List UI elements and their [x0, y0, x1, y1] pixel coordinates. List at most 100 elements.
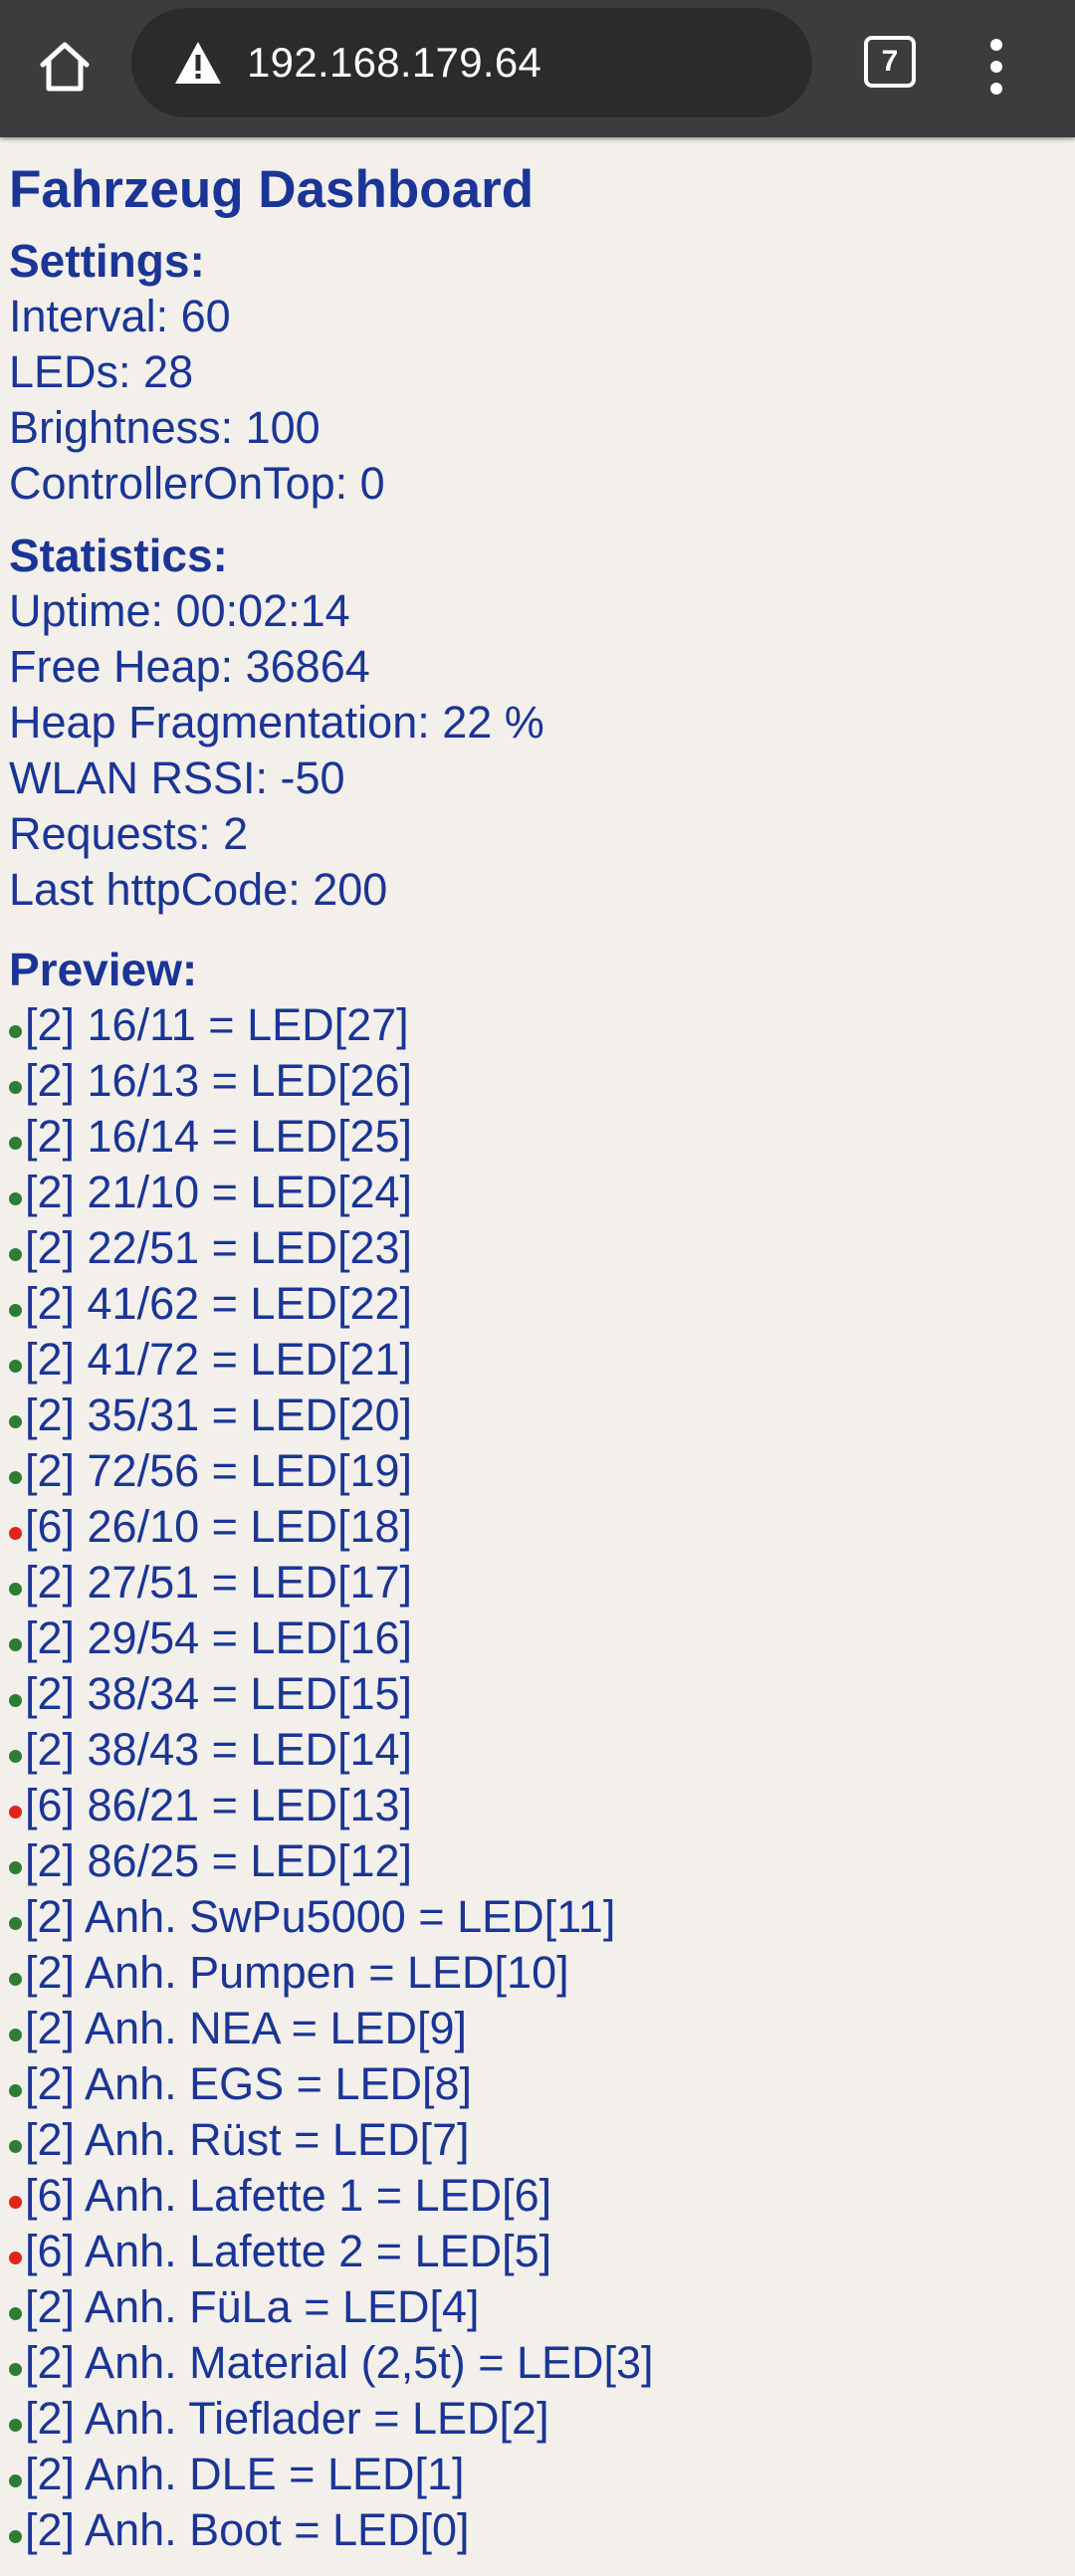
status-dot-icon: [9, 2140, 22, 2153]
status-dot-icon: [9, 2252, 22, 2264]
status-dot-icon: [9, 1360, 22, 1373]
preview-item-label: [2] Anh. Material (2,5t) = LED[3]: [25, 2337, 654, 2388]
status-dot-icon: [9, 1973, 22, 1986]
status-dot-icon: [9, 1750, 22, 1763]
setting-interval: Interval: 60: [9, 291, 231, 341]
status-dot-icon: [9, 2474, 22, 2487]
preview-item-label: [2] 29/54 = LED[16]: [25, 1612, 413, 1663]
warning-icon[interactable]: [171, 36, 225, 90]
preview-list: [2] 16/11 = LED[27] [2] 16/13 = LED[26] [2…: [9, 997, 1064, 2558]
status-dot-icon: [9, 1415, 22, 1428]
stat-last-httpcode: Last httpCode: 200: [9, 864, 388, 915]
preview-item: [2] 72/56 = LED[19]: [9, 1443, 1064, 1499]
preview-item-label: [6] Anh. Lafette 1 = LED[6]: [25, 2170, 552, 2221]
preview-item: [2] 27/51 = LED[17]: [9, 1555, 1064, 1610]
stat-heap-fragmentation: Heap Fragmentation: 22 %: [9, 697, 544, 748]
preview-item-label: [2] Anh. Tieflader = LED[2]: [25, 2393, 549, 2444]
url-text[interactable]: 192.168.179.64: [247, 8, 541, 117]
preview-item: [2] Anh. Tieflader = LED[2]: [9, 2391, 1064, 2447]
preview-item-label: [6] 26/10 = LED[18]: [25, 1501, 413, 1552]
status-dot-icon: [9, 1861, 22, 1874]
preview-item: [2] 86/25 = LED[12]: [9, 1833, 1064, 1889]
preview-item-label: [2] 38/34 = LED[15]: [25, 1668, 413, 1719]
preview-item-label: [2] Anh. Pumpen = LED[10]: [25, 1947, 569, 1998]
preview-item: [6] 86/21 = LED[13]: [9, 1778, 1064, 1833]
page-content: Fahrzeug Dashboard Settings: Interval: 6…: [9, 137, 1064, 2558]
preview-item: [2] Anh. Rüst = LED[7]: [9, 2112, 1064, 2168]
status-dot-icon: [9, 1304, 22, 1317]
preview-item-label: [2] 16/11 = LED[27]: [25, 999, 409, 1050]
preview-item: [2] Anh. NEA = LED[9]: [9, 2001, 1064, 2056]
overflow-menu-button[interactable]: [971, 30, 1021, 104]
status-dot-icon: [9, 2530, 22, 2543]
preview-item-label: [2] Anh. FüLa = LED[4]: [25, 2281, 480, 2332]
home-icon: [40, 42, 90, 92]
status-dot-icon: [9, 1137, 22, 1150]
preview-item-label: [2] 22/51 = LED[23]: [25, 1222, 413, 1273]
preview-item: [2] 22/51 = LED[23]: [9, 1220, 1064, 1276]
preview-item-label: [2] Anh. EGS = LED[8]: [25, 2058, 473, 2109]
page-title: Fahrzeug Dashboard: [9, 160, 535, 219]
preview-item: [2] 38/43 = LED[14]: [9, 1722, 1064, 1778]
preview-item: [6] 26/10 = LED[18]: [9, 1499, 1064, 1555]
preview-item-label: [2] Anh. Boot = LED[0]: [25, 2504, 470, 2555]
preview-item: [2] Anh. EGS = LED[8]: [9, 2056, 1064, 2112]
preview-item: [2] 41/62 = LED[22]: [9, 1276, 1064, 1332]
settings-heading: Settings:: [9, 235, 205, 287]
status-dot-icon: [9, 1248, 22, 1261]
browser-toolbar: 192.168.179.64 7: [0, 0, 1075, 137]
status-dot-icon: [9, 1806, 22, 1819]
preview-item-label: [2] 38/43 = LED[14]: [25, 1724, 413, 1775]
preview-item: [2] 21/10 = LED[24]: [9, 1165, 1064, 1220]
preview-item: [2] 16/11 = LED[27]: [9, 997, 1064, 1053]
preview-item-label: [2] Anh. NEA = LED[9]: [25, 2003, 468, 2053]
preview-item-label: [2] 72/56 = LED[19]: [25, 1445, 413, 1496]
status-dot-icon: [9, 2084, 22, 2097]
home-button[interactable]: [28, 30, 102, 104]
preview-item-label: [2] 21/10 = LED[24]: [25, 1167, 413, 1217]
setting-leds: LEDs: 28: [9, 346, 194, 397]
statistics-heading: Statistics:: [9, 530, 228, 581]
stat-free-heap: Free Heap: 36864: [9, 641, 370, 692]
preview-item-label: [6] 86/21 = LED[13]: [25, 1780, 413, 1830]
preview-item-label: [6] Anh. Lafette 2 = LED[5]: [25, 2226, 552, 2276]
preview-item-label: [2] Anh. SwPu5000 = LED[11]: [25, 1891, 616, 1942]
tab-count: 7: [864, 36, 916, 88]
status-dot-icon: [9, 1638, 22, 1651]
status-dot-icon: [9, 1917, 22, 1930]
status-dot-icon: [9, 1192, 22, 1205]
preview-item-label: [2] 41/62 = LED[22]: [25, 1278, 413, 1329]
preview-item: [2] Anh. FüLa = LED[4]: [9, 2279, 1064, 2335]
preview-item: [2] 38/34 = LED[15]: [9, 1666, 1064, 1722]
preview-item: [2] Anh. Pumpen = LED[10]: [9, 1945, 1064, 2001]
status-dot-icon: [9, 2419, 22, 2432]
status-dot-icon: [9, 2307, 22, 2320]
preview-heading: Preview:: [9, 944, 198, 995]
status-dot-icon: [9, 1527, 22, 1540]
preview-item: [2] 35/31 = LED[20]: [9, 1388, 1064, 1443]
preview-item-label: [2] Anh. Rüst = LED[7]: [25, 2114, 470, 2165]
setting-brightness: Brightness: 100: [9, 402, 321, 453]
preview-item-label: [2] 16/13 = LED[26]: [25, 1055, 413, 1106]
stat-wlan-rssi: WLAN RSSI: -50: [9, 752, 345, 803]
status-dot-icon: [9, 1471, 22, 1484]
preview-item: [2] Anh. SwPu5000 = LED[11]: [9, 1889, 1064, 1945]
preview-item: [2] Anh. Boot = LED[0]: [9, 2502, 1064, 2558]
status-dot-icon: [9, 2363, 22, 2376]
preview-item: [6] Anh. Lafette 2 = LED[5]: [9, 2224, 1064, 2279]
preview-item: [2] 29/54 = LED[16]: [9, 1610, 1064, 1666]
preview-item: [2] 41/72 = LED[21]: [9, 1332, 1064, 1388]
preview-item-label: [2] 16/14 = LED[25]: [25, 1111, 413, 1162]
status-dot-icon: [9, 1694, 22, 1707]
status-dot-icon: [9, 1081, 22, 1094]
setting-controller-on-top: ControllerOnTop: 0: [9, 458, 385, 509]
preview-item: [2] 16/13 = LED[26]: [9, 1053, 1064, 1109]
status-dot-icon: [9, 1583, 22, 1596]
tab-switcher-button[interactable]: 7: [856, 28, 924, 96]
preview-item: [2] Anh. Material (2,5t) = LED[3]: [9, 2335, 1064, 2391]
preview-item-label: [2] 35/31 = LED[20]: [25, 1390, 413, 1440]
preview-item-label: [2] Anh. DLE = LED[1]: [25, 2449, 465, 2499]
status-dot-icon: [9, 2029, 22, 2041]
stat-requests: Requests: 2: [9, 808, 249, 859]
address-bar[interactable]: 192.168.179.64: [131, 8, 812, 117]
